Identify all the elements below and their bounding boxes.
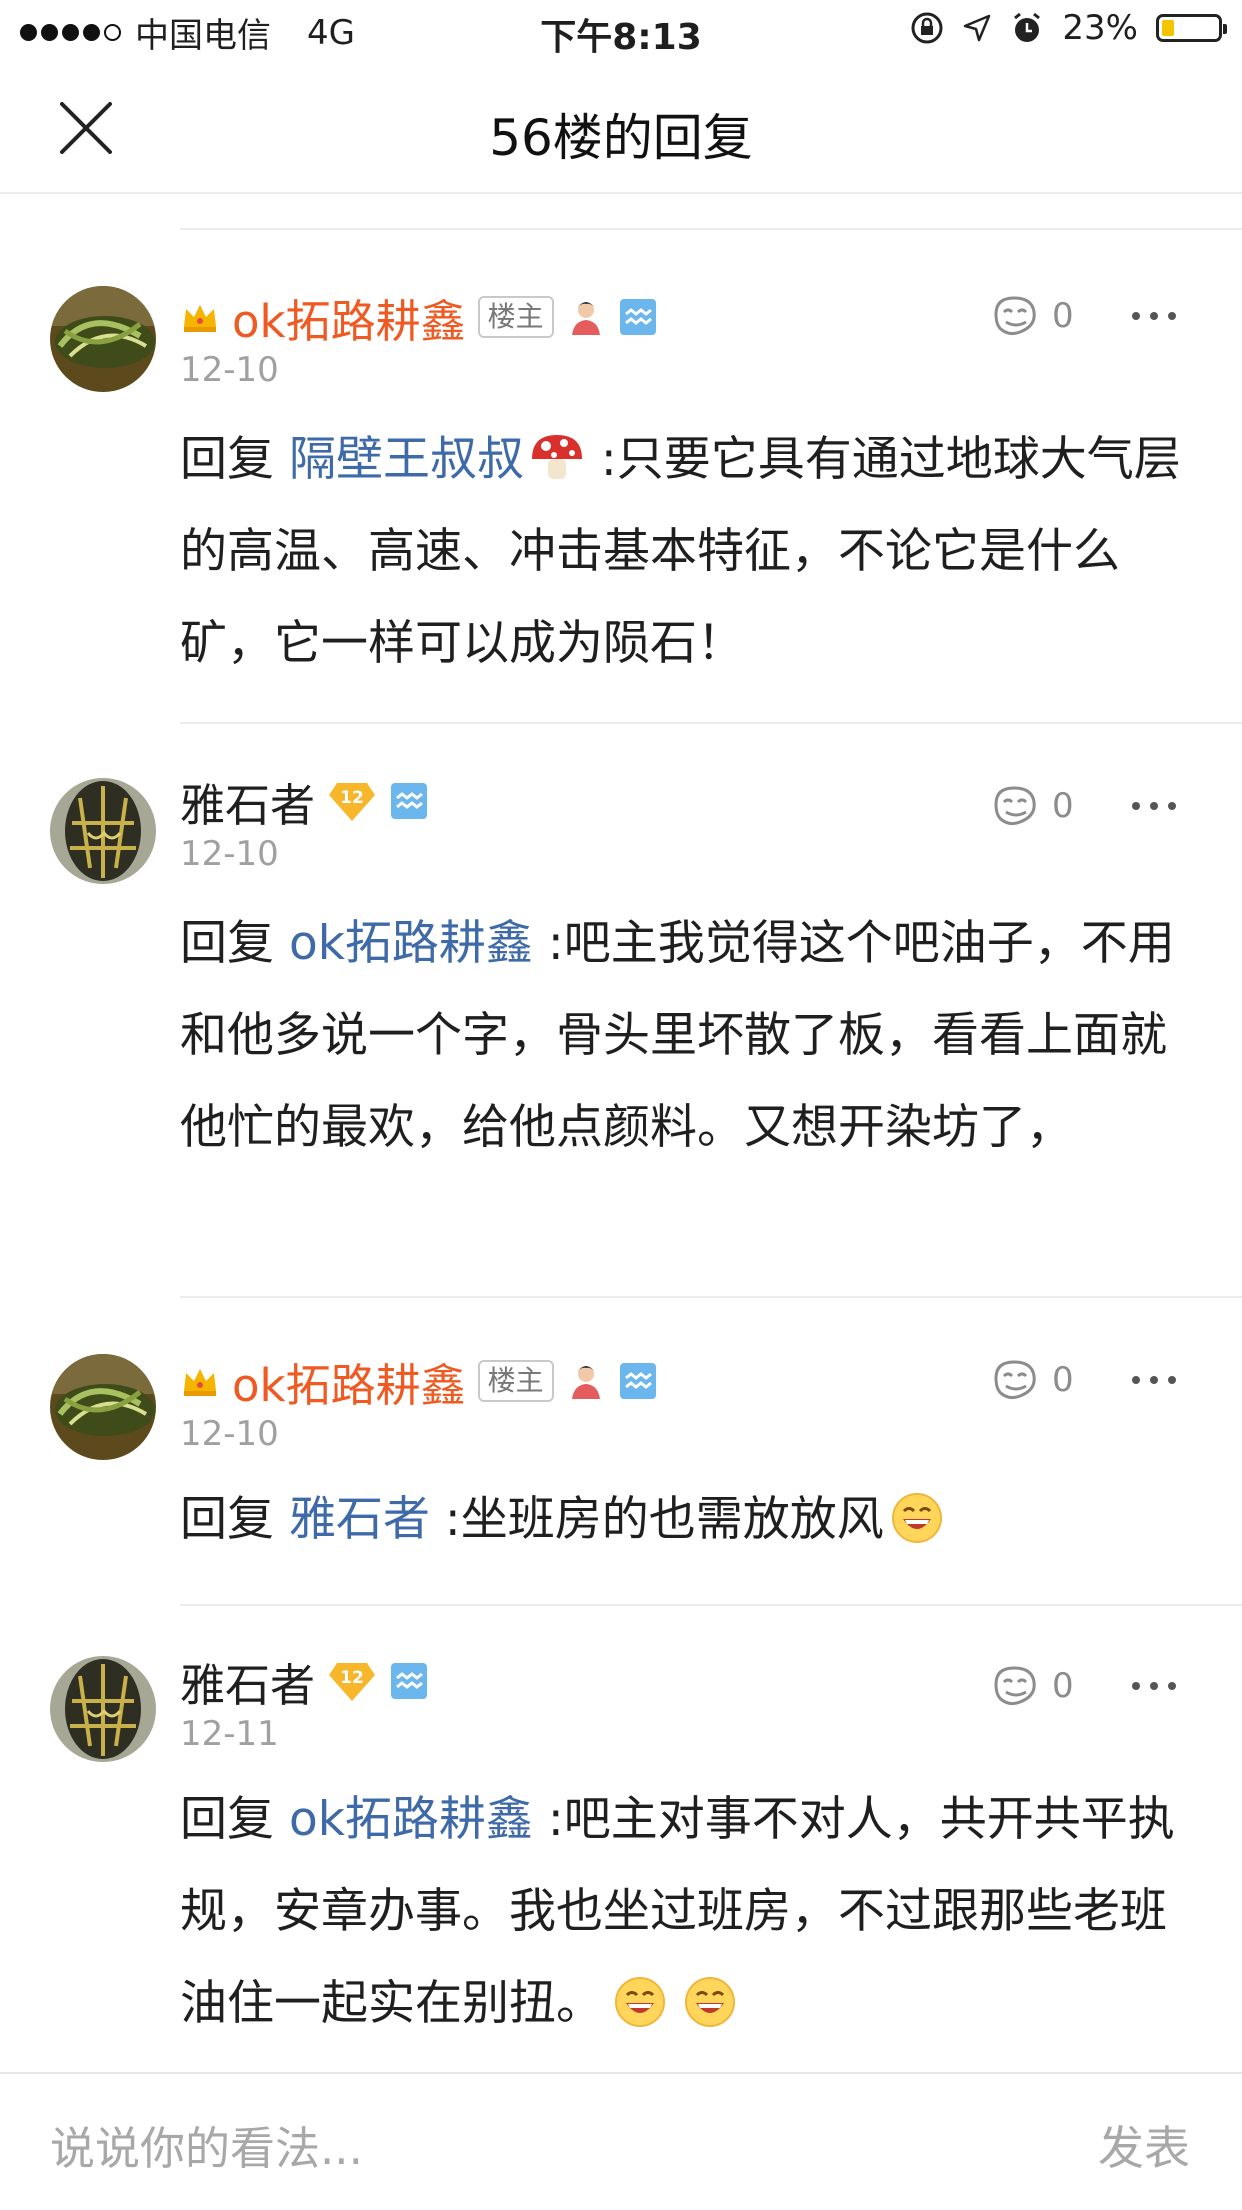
divider bbox=[180, 1296, 1242, 1298]
author-name[interactable]: 雅石者 bbox=[180, 1649, 315, 1714]
divider bbox=[180, 1604, 1242, 1606]
like-button[interactable]: 0 bbox=[990, 782, 1074, 830]
reply-prefix: 回复 bbox=[180, 432, 274, 487]
level-badge-icon: 12 bbox=[329, 783, 376, 821]
mention-link[interactable]: ok拓路耕鑫 bbox=[289, 916, 533, 971]
page-title: 56楼的回复 bbox=[489, 109, 753, 167]
reply-prefix: 回复 bbox=[180, 1492, 274, 1547]
like-icon bbox=[994, 1360, 1036, 1400]
author-row: 雅石者 12 bbox=[180, 770, 429, 832]
location-icon bbox=[964, 14, 991, 42]
mushroom-icon bbox=[531, 435, 582, 479]
aquarius-icon bbox=[619, 1363, 656, 1399]
battery-icon bbox=[1156, 14, 1227, 42]
host-badge: 楼主 bbox=[477, 296, 554, 338]
comment-input[interactable]: 说说你的看法... bbox=[50, 2112, 363, 2177]
author-row: ok拓路耕鑫 楼主 bbox=[180, 286, 658, 348]
like-count: 0 bbox=[1052, 296, 1074, 336]
author-name[interactable]: 雅石者 bbox=[180, 769, 315, 834]
crown-icon bbox=[184, 1369, 216, 1396]
status-right: 23% bbox=[910, 8, 1227, 48]
avatar[interactable] bbox=[50, 778, 156, 884]
avatar[interactable] bbox=[50, 1656, 156, 1762]
avatar[interactable] bbox=[50, 286, 156, 392]
grin-emoji-icon bbox=[891, 1493, 942, 1543]
like-count: 0 bbox=[1052, 786, 1074, 826]
mention-link[interactable]: ok拓路耕鑫 bbox=[289, 1792, 533, 1847]
rotation-lock-icon bbox=[911, 12, 943, 44]
author-name[interactable]: ok拓路耕鑫 bbox=[232, 1349, 466, 1414]
aquarius-icon bbox=[391, 783, 428, 819]
send-button[interactable]: 发表 bbox=[1098, 2112, 1190, 2178]
crown-icon bbox=[184, 305, 216, 332]
more-icon[interactable] bbox=[1130, 1374, 1178, 1386]
comment-date: 12-10 bbox=[180, 834, 279, 874]
alarm-icon bbox=[1014, 12, 1041, 42]
more-icon[interactable] bbox=[1130, 800, 1178, 812]
comment-date: 12-11 bbox=[180, 1714, 279, 1754]
comment-text: 回复 隔壁王叔叔 :只要它具有通过地球大气层的高温、高速、冲击基本特征，不论它是… bbox=[180, 414, 1190, 690]
comment-date: 12-10 bbox=[180, 1414, 279, 1454]
divider bbox=[180, 722, 1242, 724]
user-role-icon bbox=[571, 1366, 600, 1399]
grin-emoji-icon bbox=[615, 1977, 665, 2027]
author-name[interactable]: ok拓路耕鑫 bbox=[232, 285, 466, 350]
status-bar: 中国电信 4G 下午8:13 23% bbox=[0, 0, 1242, 62]
aquarius-icon bbox=[391, 1663, 428, 1699]
divider bbox=[180, 228, 1242, 230]
more-icon[interactable] bbox=[1130, 1680, 1178, 1692]
author-row: ok拓路耕鑫 楼主 bbox=[180, 1350, 658, 1412]
like-icon bbox=[994, 786, 1036, 826]
like-icon bbox=[994, 296, 1036, 336]
reply-prefix: 回复 bbox=[180, 1792, 274, 1847]
comment-text: 回复 ok拓路耕鑫 :吧主我觉得这个吧油子，不用和他多说一个字，骨头里坏散了板，… bbox=[180, 898, 1190, 1174]
author-row: 雅石者 12 bbox=[180, 1650, 429, 1712]
comment-date: 12-10 bbox=[180, 350, 279, 390]
grin-emoji-icon bbox=[685, 1977, 735, 2027]
host-badge: 楼主 bbox=[477, 1360, 554, 1402]
level-number: 12 bbox=[340, 1668, 364, 1688]
level-number: 12 bbox=[340, 788, 364, 808]
like-button[interactable]: 0 bbox=[990, 1662, 1074, 1710]
like-count: 0 bbox=[1052, 1360, 1074, 1400]
user-role-icon bbox=[571, 302, 600, 335]
reply-prefix: 回复 bbox=[180, 916, 274, 971]
more-icon[interactable] bbox=[1130, 310, 1178, 322]
level-badge-icon: 12 bbox=[329, 1663, 376, 1701]
like-button[interactable]: 0 bbox=[990, 292, 1074, 340]
nav-bar: 56楼的回复 bbox=[0, 62, 1242, 194]
battery-percent: 23% bbox=[1062, 8, 1138, 48]
comment-input-bar: 说说你的看法... 发表 bbox=[0, 2072, 1242, 2210]
comment-body: :坐班房的也需放放风 bbox=[429, 1492, 884, 1547]
avatar[interactable] bbox=[50, 1354, 156, 1460]
mention-link[interactable]: 雅石者 bbox=[289, 1492, 430, 1547]
like-count: 0 bbox=[1052, 1666, 1074, 1706]
like-icon bbox=[994, 1666, 1036, 1706]
comment-text: 回复 雅石者 :坐班房的也需放放风 bbox=[180, 1474, 1190, 1566]
like-button[interactable]: 0 bbox=[990, 1356, 1074, 1404]
comment-text: 回复 ok拓路耕鑫 :吧主对事不对人，共开共平执规，安章办事。我也坐过班房，不过… bbox=[180, 1774, 1190, 2050]
aquarius-icon bbox=[619, 299, 656, 335]
mention-link[interactable]: 隔壁王叔叔 bbox=[289, 432, 524, 487]
